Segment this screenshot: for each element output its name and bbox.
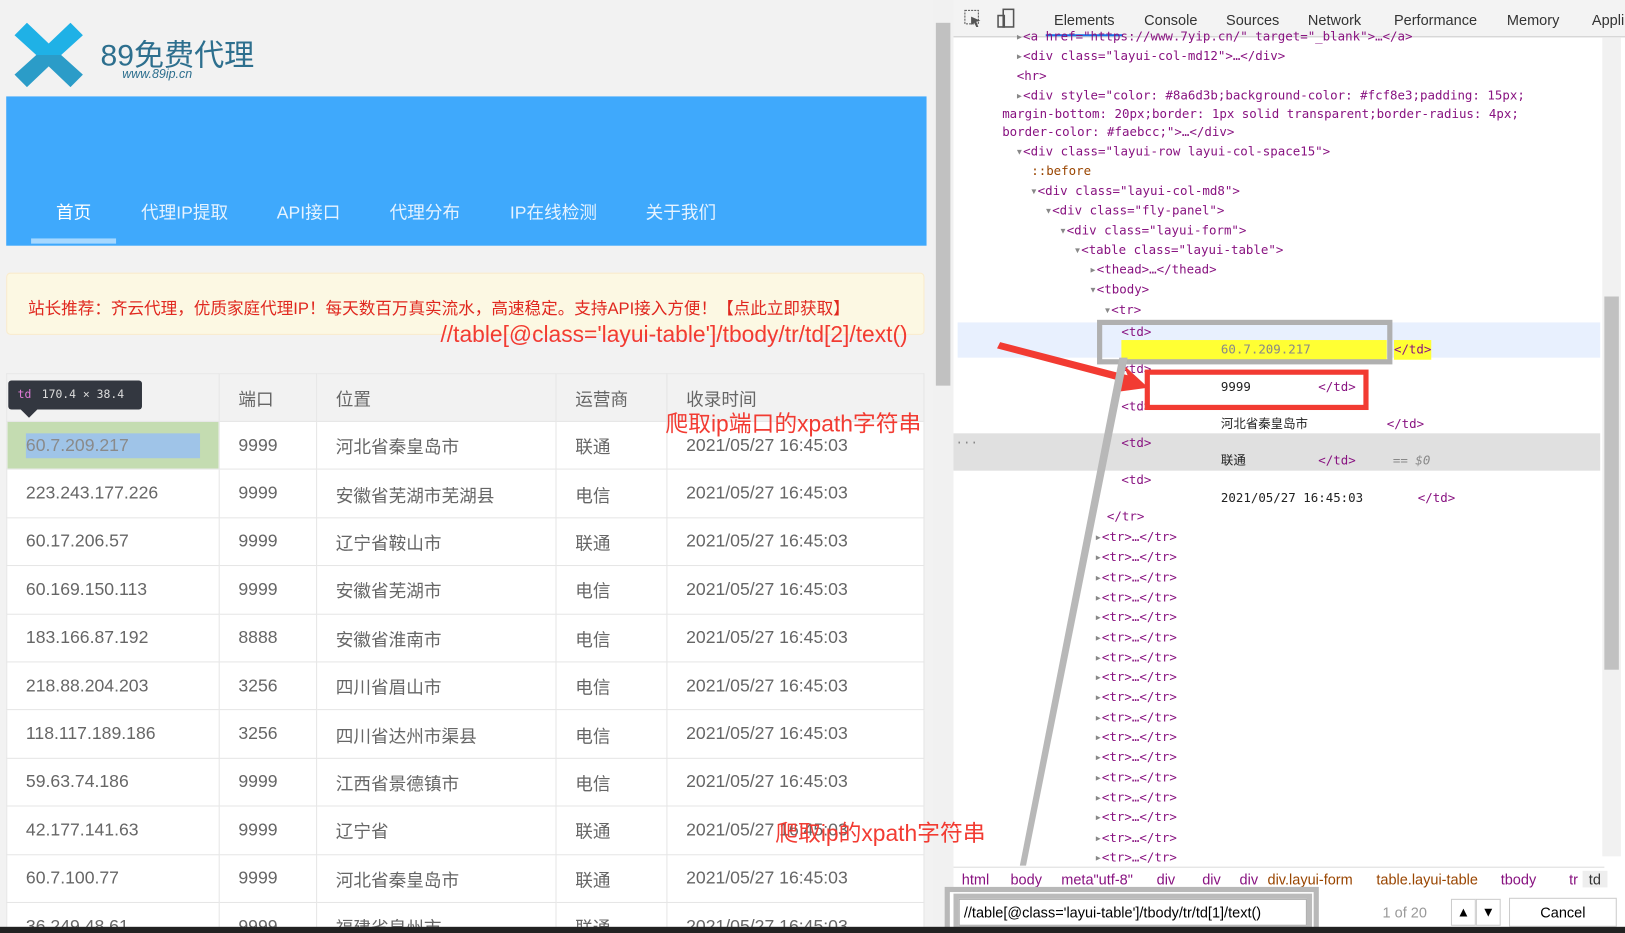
annotation-overlay xyxy=(944,319,1393,933)
taskbar-edge xyxy=(0,926,1625,933)
annotation-port-label: 爬取ip端口的xpath字符串 xyxy=(665,410,922,437)
annotation-ip-label: 爬取ip的xpath字符串 xyxy=(775,820,986,846)
gray-arrow xyxy=(1019,357,1128,866)
annotation-port-xpath: //table[@class='layui-table']/tbody/tr/t… xyxy=(440,321,908,348)
gray-highlight-box xyxy=(1097,319,1393,365)
red-highlight-box xyxy=(1144,369,1369,411)
